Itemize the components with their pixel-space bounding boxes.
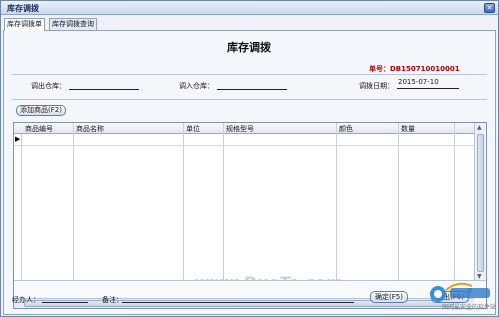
- operator-field[interactable]: [42, 302, 88, 303]
- grid-header: 商品编号 商品名称 单位 规格型号 颜色 数量: [14, 123, 474, 134]
- form-title: 库存调拨: [227, 41, 271, 54]
- column-header-color[interactable]: 颜色: [339, 124, 353, 134]
- transfer-date-label: 调拨日期：: [359, 82, 394, 90]
- confirm-button[interactable]: 确定(F5): [370, 291, 408, 303]
- column-divider: [73, 123, 74, 281]
- table-row[interactable]: [14, 145, 474, 146]
- divider: [12, 74, 487, 75]
- grid-total-row: 0: [14, 280, 486, 298]
- scroll-thumb[interactable]: [477, 134, 484, 272]
- tab-transfer-order[interactable]: 库存调拨单: [4, 18, 45, 31]
- tab-transfer-query[interactable]: 库存调拨查询: [49, 18, 97, 30]
- window-title: 库存调拨: [7, 4, 39, 13]
- transfer-date-value: 2015-07-10: [398, 78, 439, 86]
- order-number: 单号：DB150710010001: [369, 65, 460, 73]
- column-divider: [336, 123, 337, 281]
- items-grid[interactable]: 商品编号 商品名称 单位 规格型号 颜色 数量 ▶ www.DuoTe.com …: [13, 122, 487, 309]
- remark-label: 备注：: [102, 296, 123, 304]
- out-warehouse-label: 调出仓库：: [31, 82, 66, 90]
- site-logo-caption: 国内最安全的软件站: [442, 304, 497, 311]
- current-row-marker: ▶: [15, 135, 21, 143]
- add-item-button[interactable]: 添加商品(F2): [16, 105, 66, 116]
- app-window: 库存调拨 ✕ 库存调拨单 库存调拨查询 库存调拨 单号：DB1507100100…: [0, 0, 499, 317]
- remark-field[interactable]: [122, 302, 354, 303]
- column-divider: [183, 123, 184, 281]
- column-divider: [454, 123, 455, 281]
- column-header-item-name[interactable]: 商品名称: [76, 124, 104, 134]
- column-header-spec[interactable]: 规格型号: [226, 124, 254, 134]
- transfer-date-field[interactable]: [397, 88, 459, 89]
- column-header-unit[interactable]: 单位: [186, 124, 200, 134]
- close-icon[interactable]: ✕: [484, 3, 495, 13]
- row-indicator-column: [14, 134, 22, 281]
- column-divider: [398, 123, 399, 281]
- title-bar: 库存调拨 ✕: [1, 1, 498, 15]
- in-warehouse-field[interactable]: [217, 89, 287, 90]
- vertical-scrollbar[interactable]: ▲ ▼: [474, 123, 486, 283]
- column-divider: [223, 123, 224, 281]
- column-header-quantity[interactable]: 数量: [401, 124, 415, 134]
- scroll-up-icon[interactable]: ▲: [477, 124, 482, 131]
- column-header-item-code[interactable]: 商品编号: [25, 124, 53, 134]
- out-warehouse-field[interactable]: [69, 89, 139, 90]
- in-warehouse-label: 调入仓库：: [179, 82, 214, 90]
- site-logo: 国内最安全的软件站: [428, 272, 496, 314]
- transfer-form-panel: 库存调拨 单号：DB150710010001 调出仓库： 调入仓库： 调拨日期：…: [3, 30, 496, 315]
- operator-label: 经办人：: [12, 296, 40, 304]
- divider: [12, 99, 487, 100]
